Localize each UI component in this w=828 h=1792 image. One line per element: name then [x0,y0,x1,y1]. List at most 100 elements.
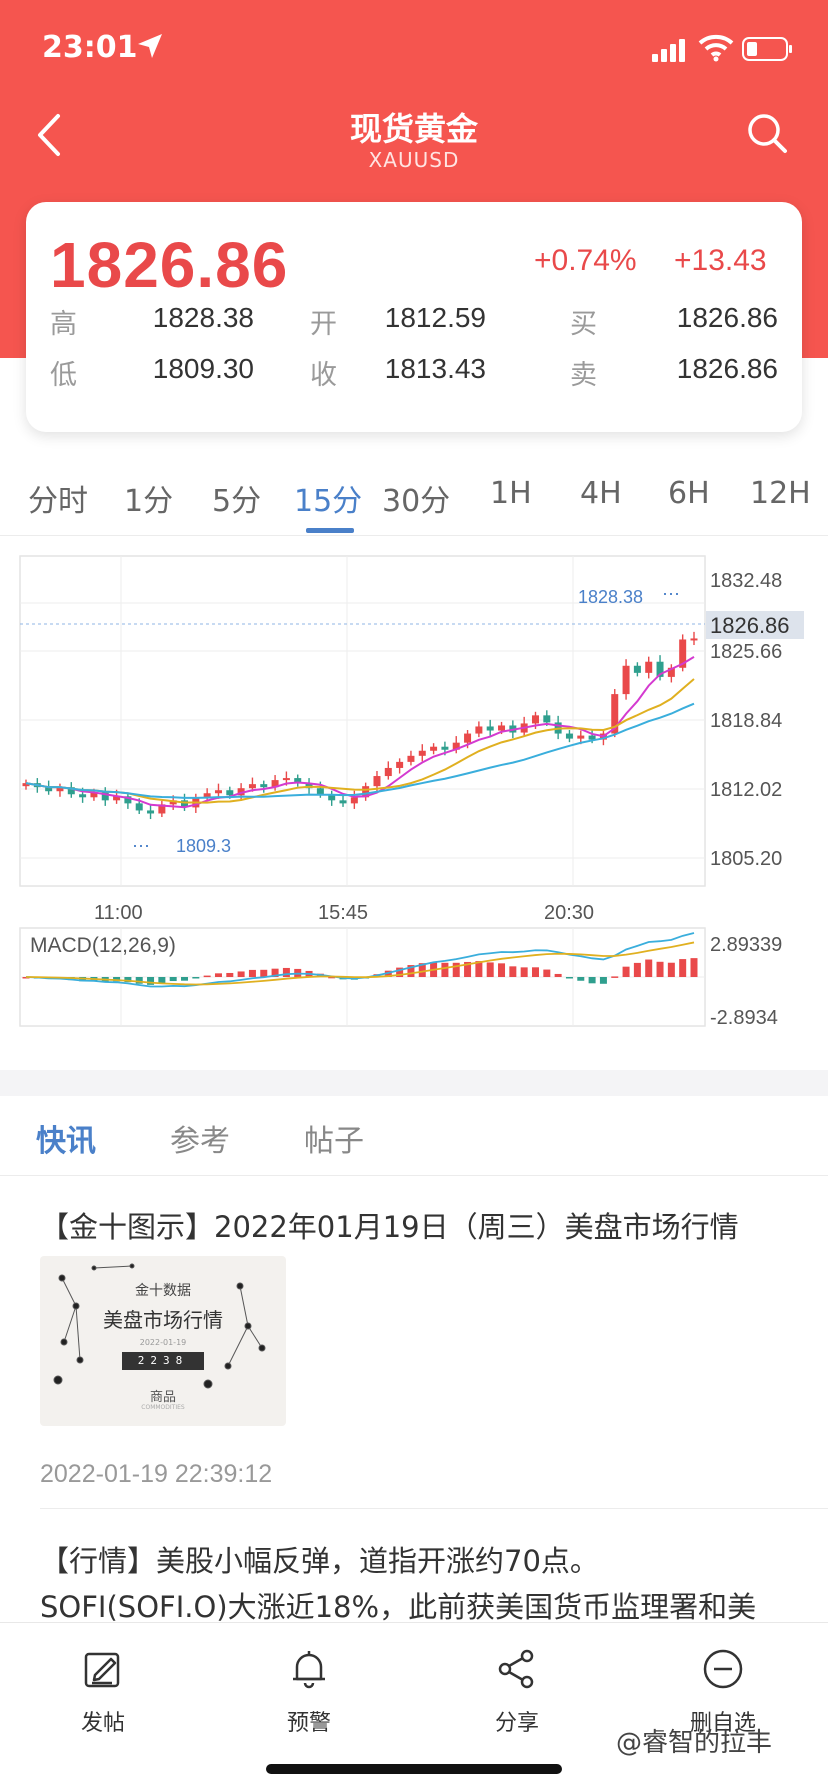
last-price: 1826.86 [50,229,289,301]
tab-5min[interactable]: 5分 [212,476,261,520]
change-amount: +13.43 [674,244,767,277]
section-separator [0,1070,828,1096]
macd-bar [226,972,234,977]
home-indicator [266,1764,562,1774]
thumb-category-en: COMMODITIES [141,1404,185,1411]
macd-bar [441,962,449,977]
macd-tick-bottom: -2.8934 [710,1007,778,1029]
tab-12h[interactable]: 12H [750,476,811,511]
news-item-title[interactable]: 【金十图示】2022年01月19日（周三）美盘市场行情 [40,1204,739,1246]
app-root: 23:01 现货黄金 XAUUSD 1826.86 +0.74% +13.43 … [0,0,828,1792]
search-icon[interactable] [744,110,790,156]
share-icon [498,1649,534,1689]
macd-bar [203,975,211,978]
macd-bar [509,966,517,977]
status-time: 23:01 [42,30,138,65]
thumb-headline: 美盘市场行情 [103,1308,223,1332]
bid-label: 买 [570,309,597,340]
tab-flash-news[interactable]: 快讯 [36,1116,96,1160]
macd-bar [622,966,630,977]
kline-chart[interactable]: 1828.38 ⋯ ⋯ 1809.3 1832.48 1826.86 1825.… [0,540,828,1030]
share-button[interactable]: 分享 [462,1647,572,1737]
macd-title: MACD(12,26,9) [30,934,176,957]
macd-bar [237,971,245,977]
battery-icon [742,37,792,61]
news-text-line-1: 【行情】美股小幅反弹，道指开涨约70点。 [40,1544,599,1578]
low-marker-label: 1809.3 [176,836,231,856]
signal-icon [652,39,685,62]
macd-bar [181,977,189,981]
tab-posts[interactable]: 帖子 [304,1116,364,1160]
macd-bar [147,977,155,985]
macd-bar [554,973,562,977]
post-button[interactable]: 发帖 [48,1647,158,1737]
high-label: 高 [50,309,77,340]
page-title: 现货黄金 [349,110,478,148]
tab-time-share[interactable]: 分时 [28,476,88,520]
macd-bar [611,976,619,978]
macd-bar [543,969,551,977]
tab-reference[interactable]: 参考 [170,1116,230,1160]
thumb-digits: 2238 [122,1352,204,1370]
low-value: 1809.30 [152,353,254,384]
page-subtitle: XAUUSD [368,148,460,172]
status-bar: 23:01 [0,0,828,96]
tab-30min[interactable]: 30分 [382,476,450,520]
tab-4h[interactable]: 4H [580,476,622,511]
close-value: 1813.43 [384,353,486,384]
bid-value: 1826.86 [676,302,778,333]
macd-bar [645,959,653,977]
last-price-tag: 1826.86 [710,613,790,638]
news-timestamp: 2022-01-19 22:39:12 [40,1460,273,1488]
news-thumbnail[interactable]: 金十数据 美盘市场行情 2022-01-19 2238 商品 COMMODITI… [40,1256,286,1426]
wifi-icon [698,34,734,62]
change-percent: +0.74% [534,244,637,277]
alert-label: 预警 [286,1711,331,1736]
remove-circle-icon [703,1649,743,1689]
tab-1min[interactable]: 1分 [124,476,173,520]
bell-icon [293,1651,325,1689]
macd-bar [588,977,596,984]
macd-tick-top: 2.89339 [710,934,782,956]
news-item-text[interactable]: 【行情】美股小幅反弹，道指开涨约70点。 SOFI(SOFI.O)大涨近18%，… [40,1538,800,1630]
low-marker-dots: ⋯ [132,836,150,856]
tab-1h[interactable]: 1H [490,476,532,511]
macd-bar [214,973,222,977]
alert-button[interactable]: 预警 [254,1647,364,1737]
macd-bar [690,958,698,977]
macd-bar [282,967,290,977]
macd-bar [577,977,585,981]
ask-value: 1826.86 [676,353,778,384]
macd-bar [192,977,200,979]
y-tick-3: 1818.84 [710,710,782,732]
low-label: 低 [50,360,77,391]
y-tick-1: 1832.48 [710,570,782,592]
macd-bar [498,963,506,977]
macd-bar [656,961,664,977]
close-label: 收 [310,360,337,391]
high-marker-dots: ⋯ [662,584,680,604]
macd-bar [520,967,528,977]
y-tick-5: 1805.20 [710,848,782,870]
macd-bar [531,967,539,977]
tab-6h[interactable]: 6H [668,476,710,511]
high-marker-label: 1828.38 [578,587,643,607]
watermark: @睿智的拉丰 [616,1728,773,1758]
macd-bar [486,962,494,977]
period-tabs: 分时 1分 5分 15分 30分 1H 4H 6H 12H [0,466,828,536]
x-tick-3: 20:30 [544,902,594,924]
divider [40,1508,828,1509]
macd-bar [633,962,641,977]
quote-card: 1826.86 +0.74% +13.43 高 1828.38 开 1812.5… [26,202,802,432]
macd-bar [565,977,573,979]
share-label: 分享 [494,1711,539,1736]
news-title: 【金十图示】2022年01月19日（周三）美盘市场行情 [40,1210,739,1244]
macd-bar [260,969,268,977]
tab-15min[interactable]: 15分 [294,476,362,520]
y-tick-4: 1812.02 [710,779,782,801]
edit-icon [84,1652,120,1688]
y-tick-2: 1825.66 [710,641,782,663]
ask-label: 卖 [570,360,597,391]
active-tab-indicator [306,528,354,533]
back-chevron-icon[interactable] [30,110,70,160]
